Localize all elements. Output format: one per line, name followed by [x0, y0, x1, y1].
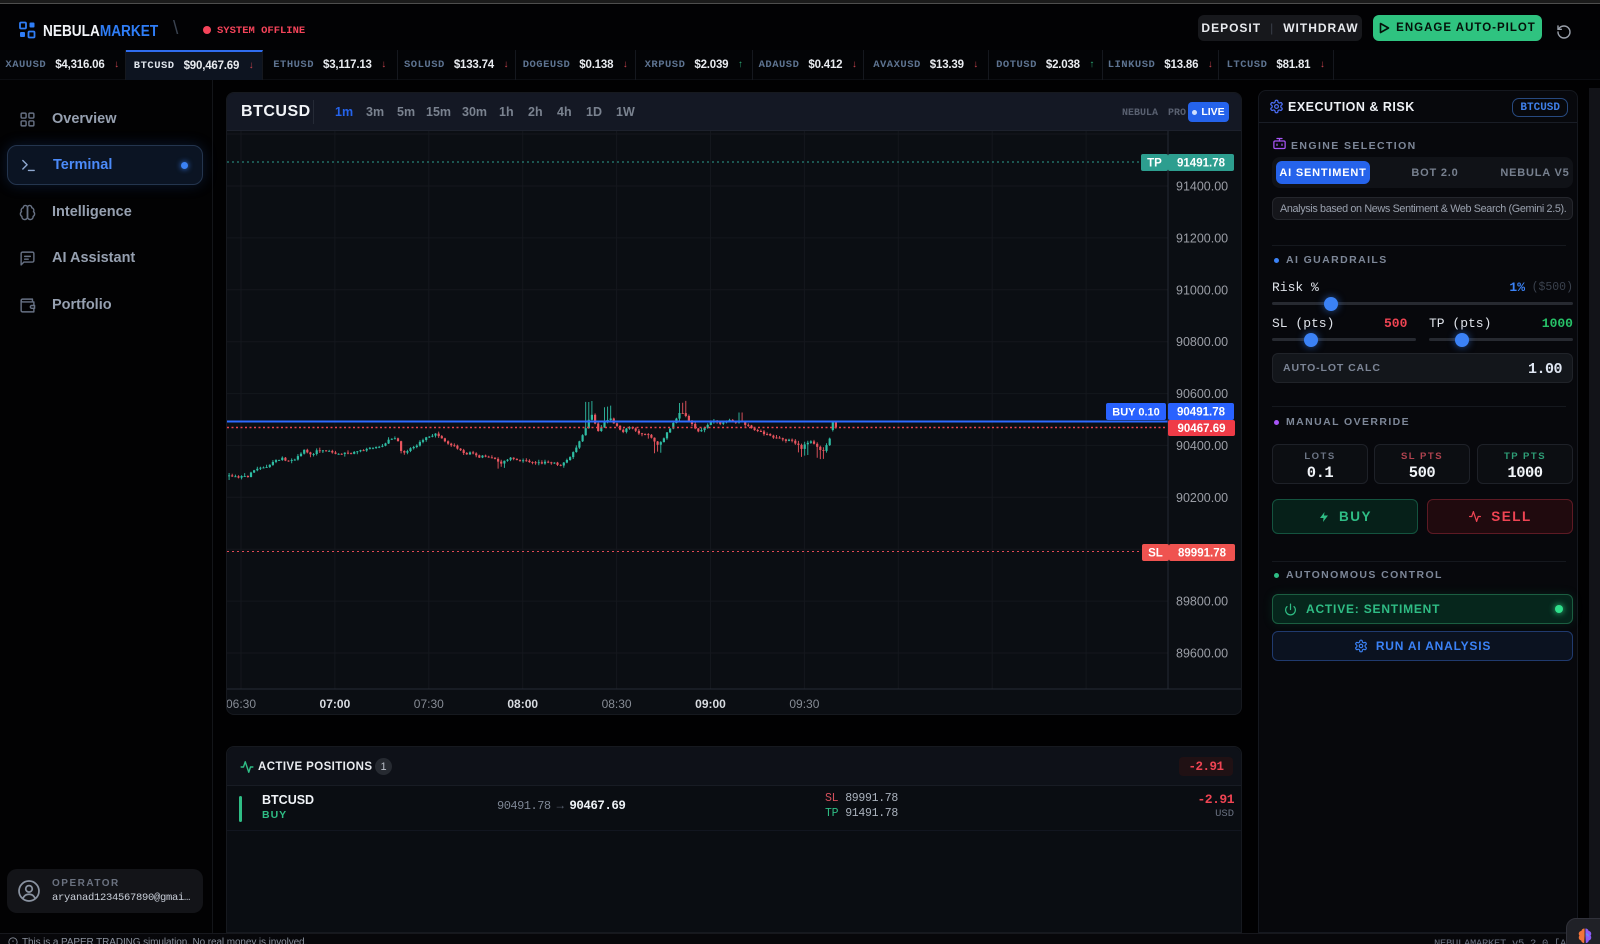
- svg-text:91000.00: 91000.00: [1176, 283, 1228, 297]
- svg-text:SL: SL: [1148, 548, 1163, 560]
- svg-text:89800.00: 89800.00: [1176, 595, 1228, 609]
- svg-text:BUY 0.10: BUY 0.10: [1112, 407, 1160, 419]
- svg-text:91491.78: 91491.78: [1177, 158, 1226, 170]
- svg-text:06:30: 06:30: [227, 697, 256, 711]
- svg-text:90800.00: 90800.00: [1176, 335, 1228, 349]
- svg-text:90400.00: 90400.00: [1176, 439, 1228, 453]
- svg-text:07:30: 07:30: [414, 697, 444, 711]
- svg-text:91200.00: 91200.00: [1176, 231, 1228, 245]
- svg-text:90467.69: 90467.69: [1178, 423, 1226, 435]
- svg-text:09:00: 09:00: [695, 697, 726, 711]
- svg-text:TP: TP: [1147, 158, 1162, 170]
- svg-text:89991.78: 89991.78: [1178, 548, 1227, 560]
- svg-text:90491.78: 90491.78: [1177, 407, 1226, 419]
- svg-text:91400.00: 91400.00: [1176, 180, 1228, 194]
- svg-text:90600.00: 90600.00: [1176, 387, 1228, 401]
- svg-text:89600.00: 89600.00: [1176, 647, 1228, 661]
- svg-text:09:30: 09:30: [789, 697, 819, 711]
- svg-text:90200.00: 90200.00: [1176, 491, 1228, 505]
- svg-text:08:30: 08:30: [602, 697, 632, 711]
- svg-text:08:00: 08:00: [507, 697, 538, 711]
- svg-text:07:00: 07:00: [320, 697, 351, 711]
